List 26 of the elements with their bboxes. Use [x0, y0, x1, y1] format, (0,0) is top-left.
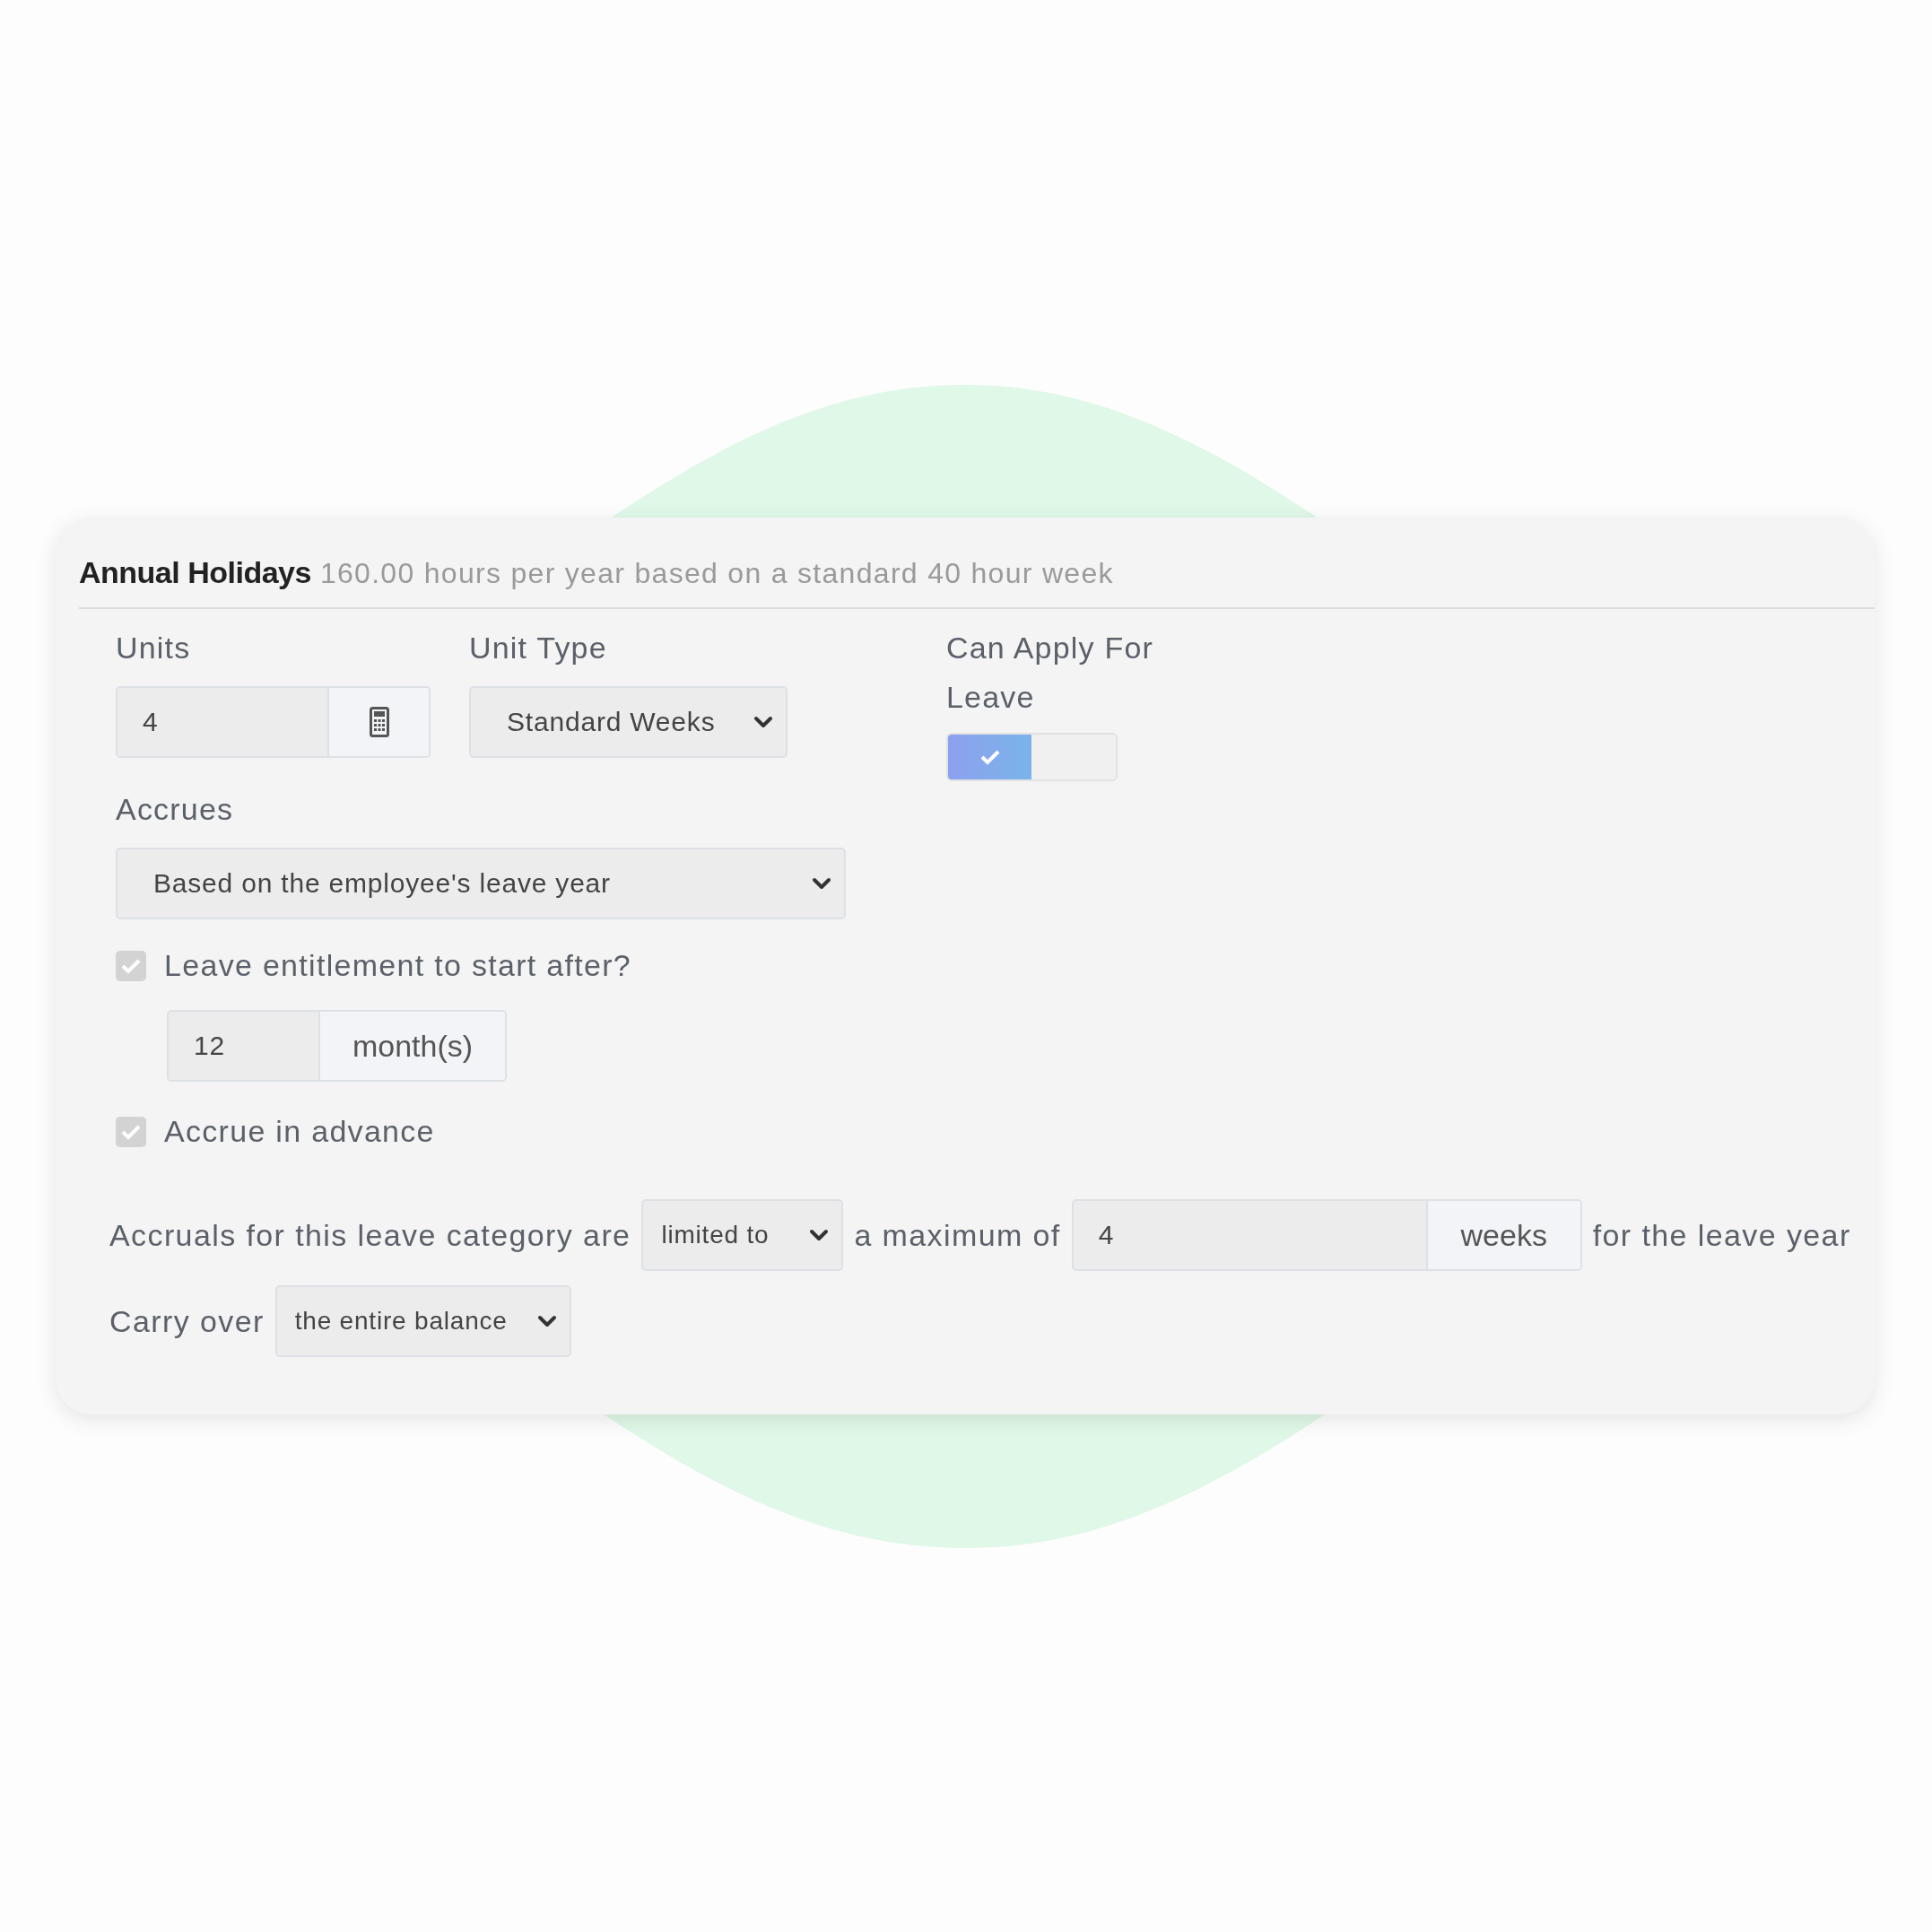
checkbox[interactable]: [116, 1116, 146, 1147]
field-label: Units: [116, 630, 192, 666]
chevron-down-icon: [809, 1229, 830, 1241]
sentence-text: Carry over: [109, 1303, 265, 1339]
section-title: Annual Holidays: [79, 555, 311, 590]
check-icon: [121, 957, 141, 974]
chevron-down-icon: [812, 877, 831, 890]
sentence-text: Accruals for this leave category are: [109, 1217, 631, 1253]
toggle-switch[interactable]: [946, 733, 1118, 781]
chevron-down-icon: [536, 1315, 557, 1327]
section-subtitle: 160.00 hours per year based on a standard 40 hour week: [319, 557, 1114, 590]
check-icon: [121, 1123, 141, 1140]
unit-type-dropdown[interactable]: Standard Weeks: [469, 686, 788, 758]
inline-dropdown[interactable]: the entire balance: [274, 1285, 571, 1357]
checkbox[interactable]: [116, 950, 146, 981]
accrues-dropdown[interactable]: Based on the employee's leave year: [116, 848, 846, 919]
field-label: Can Apply For Leave: [946, 630, 1155, 716]
check-icon: [979, 749, 1000, 765]
chevron-down-icon: [753, 716, 773, 728]
checkbox-label: Accrue in advance: [164, 1114, 435, 1149]
field-label: Accrues: [116, 791, 235, 828]
checkbox-label: Leave entitlement to start after?: [164, 948, 632, 983]
field-label: Unit Type: [469, 630, 608, 666]
sentence-text: for the leave year: [1592, 1217, 1851, 1253]
sentence-text: a maximum of: [854, 1217, 1061, 1253]
inline-dropdown[interactable]: limited to: [641, 1199, 844, 1271]
